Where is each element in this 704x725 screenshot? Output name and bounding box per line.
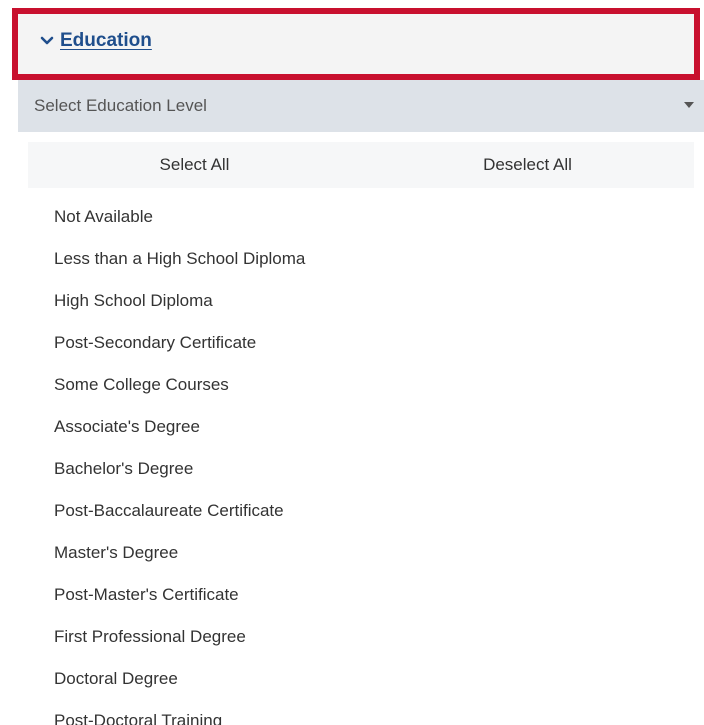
option-post-baccalaureate-certificate[interactable]: Post-Baccalaureate Certificate — [54, 490, 305, 532]
education-filter-panel: Education Select Education Level Select … — [0, 0, 704, 725]
option-less-than-high-school[interactable]: Less than a High School Diploma — [54, 238, 305, 280]
option-high-school-diploma[interactable]: High School Diploma — [54, 280, 305, 322]
chevron-down-icon — [40, 36, 54, 45]
option-not-available[interactable]: Not Available — [54, 196, 305, 238]
option-post-secondary-certificate[interactable]: Post-Secondary Certificate — [54, 322, 305, 364]
education-level-select[interactable]: Select Education Level — [18, 80, 704, 132]
option-masters-degree[interactable]: Master's Degree — [54, 532, 305, 574]
education-section-header: Education — [12, 8, 700, 80]
deselect-all-button[interactable]: Deselect All — [361, 142, 694, 188]
section-title[interactable]: Education — [60, 30, 152, 52]
option-associates-degree[interactable]: Associate's Degree — [54, 406, 305, 448]
option-bachelors-degree[interactable]: Bachelor's Degree — [54, 448, 305, 490]
select-placeholder: Select Education Level — [34, 96, 207, 115]
bulk-actions: Select All Deselect All — [28, 142, 694, 188]
select-all-button[interactable]: Select All — [28, 142, 361, 188]
option-post-masters-certificate[interactable]: Post-Master's Certificate — [54, 574, 305, 616]
option-first-professional-degree[interactable]: First Professional Degree — [54, 616, 305, 658]
option-doctoral-degree[interactable]: Doctoral Degree — [54, 658, 305, 700]
option-some-college-courses[interactable]: Some College Courses — [54, 364, 305, 406]
education-options-list: Not Available Less than a High School Di… — [54, 196, 305, 725]
education-toggle[interactable]: Education — [40, 30, 152, 52]
option-post-doctoral-training[interactable]: Post-Doctoral Training — [54, 700, 305, 725]
caret-down-icon — [684, 102, 694, 108]
